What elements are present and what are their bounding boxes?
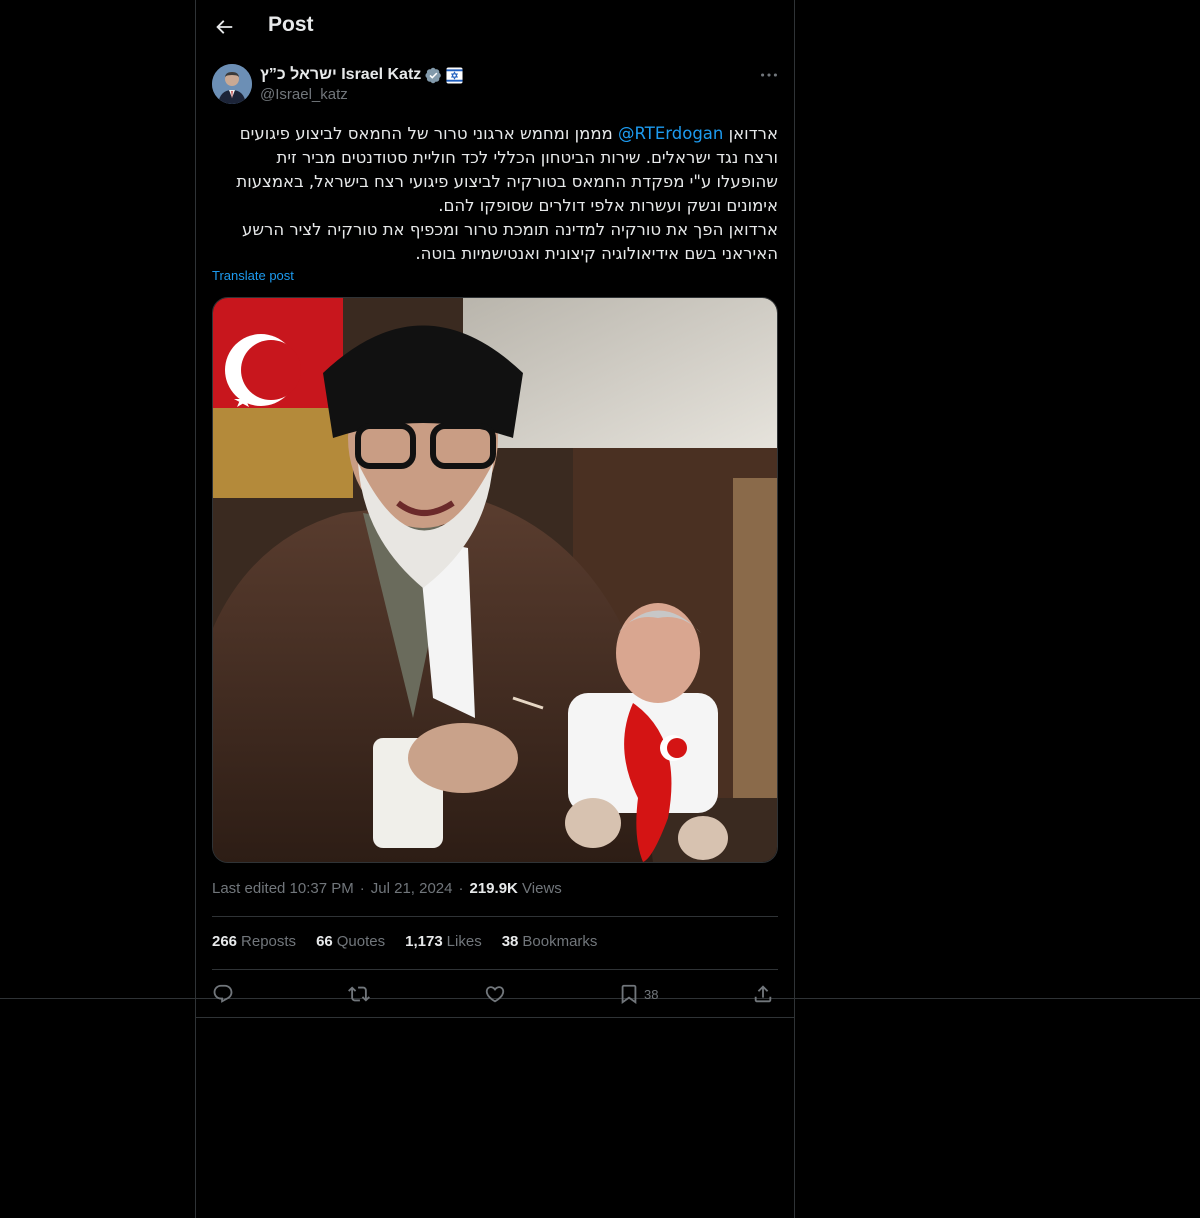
- tweet-image[interactable]: [212, 297, 778, 863]
- tweet-text: ארדואן @RTErdogan מממן ומחמש ארגוני טרור…: [212, 122, 778, 266]
- reposts-label: Reposts: [241, 933, 297, 950]
- divider: [212, 916, 778, 917]
- divider: [212, 969, 778, 970]
- views-label: Views: [522, 880, 562, 897]
- bookmark-icon: [618, 983, 640, 1005]
- separator-dot: ·: [458, 880, 464, 897]
- reply-icon: [212, 983, 234, 1005]
- israel-flag-icon: [446, 66, 463, 84]
- post-date[interactable]: Jul 21, 2024: [371, 880, 453, 897]
- action-bar: 38: [212, 982, 778, 1006]
- share-button[interactable]: [752, 982, 774, 1006]
- reposts-count: 266: [212, 933, 238, 950]
- bookmarks-stat[interactable]: 38 Bookmarks: [502, 933, 598, 950]
- more-options-icon[interactable]: [758, 64, 780, 86]
- likes-stat[interactable]: 1,173 Likes: [405, 933, 482, 950]
- separator-dot: ·: [359, 880, 365, 897]
- edited-timestamp[interactable]: Last edited 10:37 PM: [212, 880, 354, 897]
- likes-count: 1,173: [405, 933, 443, 950]
- bookmarks-label: Bookmarks: [522, 933, 598, 950]
- author-handle[interactable]: @Israel_katz: [260, 86, 348, 103]
- quotes-label: Quotes: [336, 933, 386, 950]
- repost-button[interactable]: [348, 982, 370, 1006]
- author-name-row[interactable]: ישראל כ”ץ Israel Katz: [260, 64, 463, 86]
- tweet-paragraph-1: ארדואן @RTErdogan מממן ומחמש ארגוני טרור…: [212, 122, 778, 218]
- tweet-paragraph-2: ארדואן הפך את טורקיה למדינה תומכת טרור ו…: [242, 220, 778, 263]
- repost-icon: [348, 983, 370, 1005]
- tweet-meta: Last edited 10:37 PM · Jul 21, 2024 · 21…: [212, 880, 562, 897]
- back-arrow-icon[interactable]: [213, 16, 235, 38]
- heart-icon: [484, 983, 506, 1005]
- bookmark-count: 38: [644, 986, 659, 1002]
- author-display-name[interactable]: ישראל כ”ץ Israel Katz: [260, 66, 421, 84]
- verified-badge-icon: [425, 67, 442, 84]
- page-header: Post: [196, 0, 794, 54]
- avatar[interactable]: [212, 64, 252, 104]
- main-column: Post ישראל כ”ץ Israel Katz @Israel_katz …: [195, 0, 795, 1218]
- reposts-stat[interactable]: 266 Reposts: [212, 933, 296, 950]
- quotes-count: 66: [316, 933, 333, 950]
- like-button[interactable]: [484, 982, 506, 1006]
- bookmark-button[interactable]: 38: [618, 982, 658, 1006]
- views-count: 219.9K: [469, 880, 518, 897]
- bookmarks-count: 38: [501, 933, 519, 950]
- quotes-stat[interactable]: 66 Quotes: [316, 933, 385, 950]
- share-icon: [752, 983, 774, 1005]
- reply-button[interactable]: [212, 982, 234, 1006]
- tweet-text-prefix: ארדואן: [723, 124, 778, 143]
- column-bottom-divider: [195, 1017, 795, 1018]
- engagement-stats: 266 Reposts 66 Quotes 1,173 Likes 38 Bookmar…: [212, 933, 597, 950]
- views: 219.9K Views: [470, 880, 562, 897]
- page-title: Post: [268, 13, 314, 36]
- likes-label: Likes: [446, 933, 482, 950]
- mention-link[interactable]: @RTErdogan: [618, 124, 723, 143]
- translate-post-link[interactable]: Translate post: [212, 268, 294, 283]
